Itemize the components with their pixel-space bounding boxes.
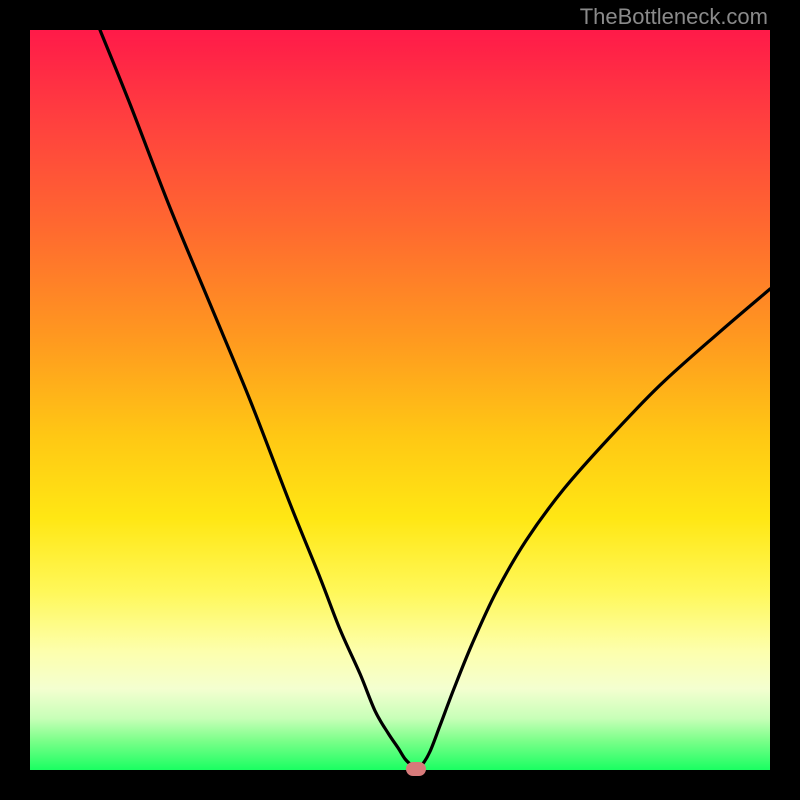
- watermark-text: TheBottleneck.com: [580, 4, 768, 30]
- minimum-marker: [406, 762, 426, 776]
- plot-area: [30, 30, 770, 770]
- curve-svg: [30, 30, 770, 770]
- bottleneck-curve: [100, 30, 770, 769]
- chart-frame: TheBottleneck.com: [0, 0, 800, 800]
